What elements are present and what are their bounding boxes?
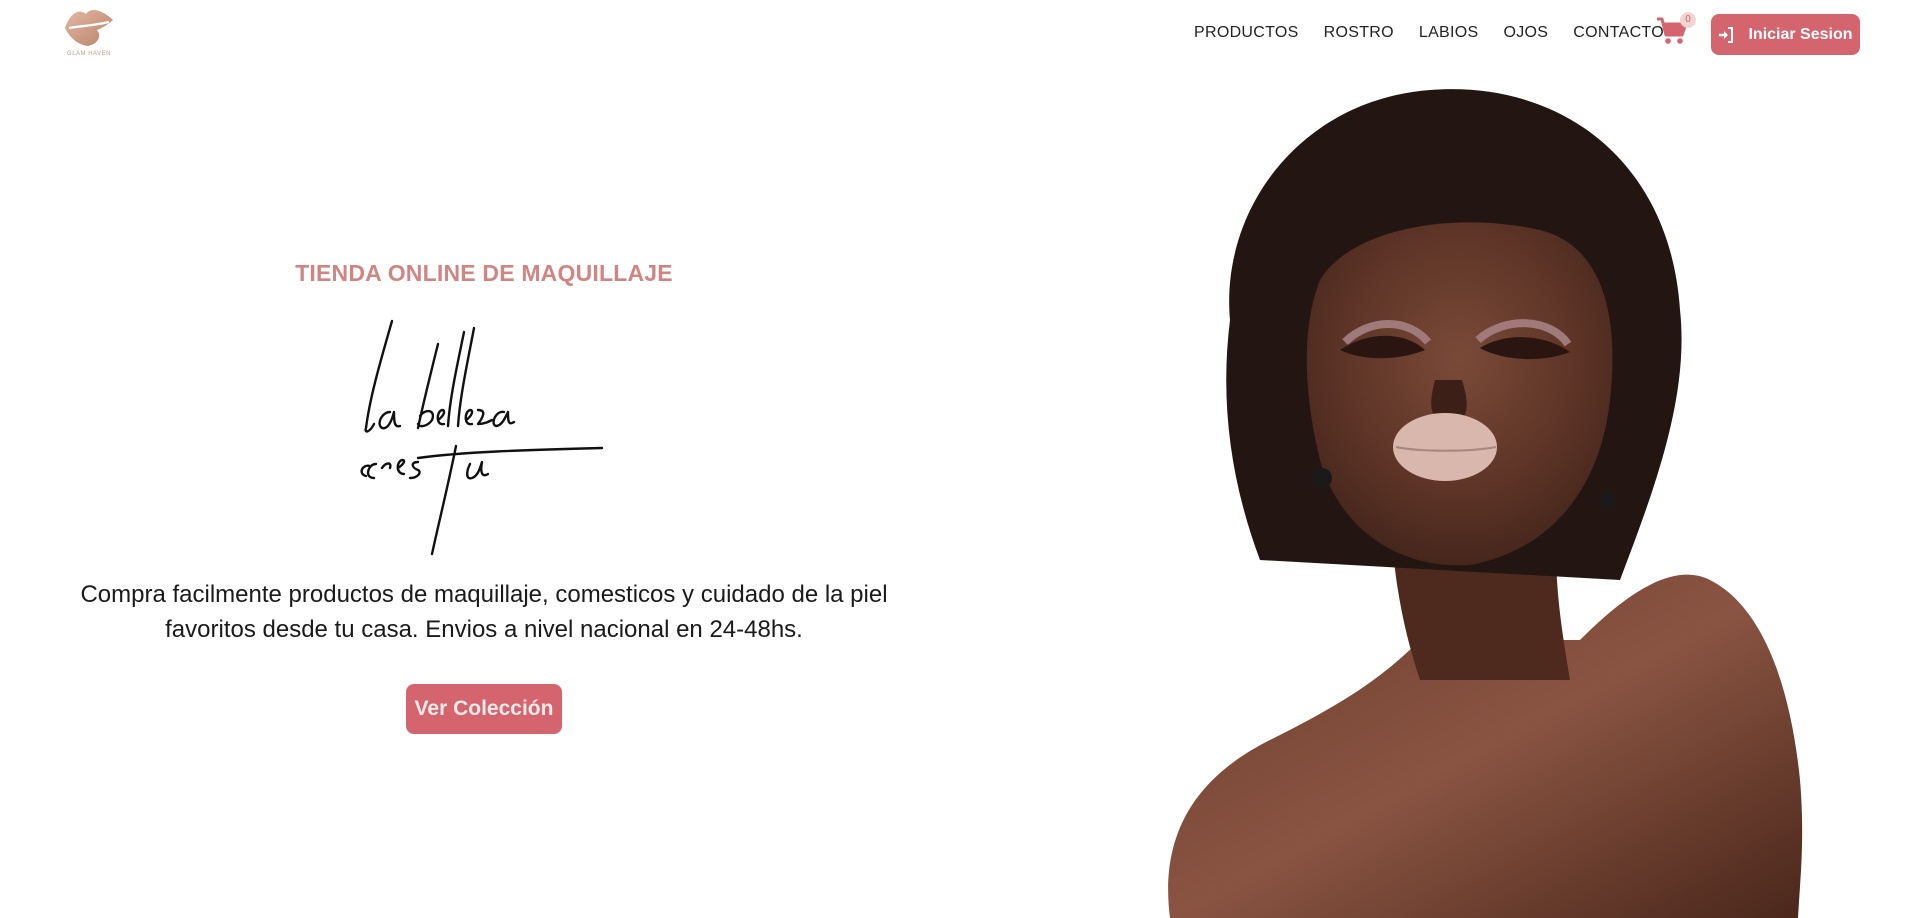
nav-productos[interactable]: PRODUCTOS — [1194, 24, 1299, 42]
nav-ojos[interactable]: OJOS — [1504, 24, 1549, 42]
cart-count-badge: 0 — [1680, 12, 1696, 28]
model-portrait-image — [1168, 89, 1803, 918]
nav-contacto[interactable]: CONTACTO — [1573, 24, 1664, 42]
sign-in-icon — [1718, 26, 1734, 43]
login-label: Iniciar Sesion — [1748, 25, 1853, 43]
lips-logo-icon — [65, 10, 113, 46]
login-button[interactable]: Iniciar Sesion — [1711, 14, 1860, 55]
navbar: GLAM HAVEN PRODUCTOS ROSTRO LABIOS OJOS … — [0, 0, 1918, 68]
view-collection-button[interactable]: Ver Colección — [406, 684, 562, 734]
hero-description: Compra facilmente productos de maquillaj… — [80, 581, 888, 643]
hero-script-heading — [360, 319, 604, 556]
nav-rostro[interactable]: ROSTRO — [1324, 24, 1394, 42]
brand-logo[interactable]: GLAM HAVEN — [56, 2, 122, 64]
logo-text: GLAM HAVEN — [67, 51, 111, 57]
main-nav: PRODUCTOS ROSTRO LABIOS OJOS CONTACTO — [1194, 24, 1689, 42]
cart-button[interactable]: 0 — [1656, 12, 1696, 50]
hero-eyebrow: TIENDA ONLINE DE MAQUILLAJE — [295, 260, 673, 286]
nav-labios[interactable]: LABIOS — [1419, 24, 1479, 42]
